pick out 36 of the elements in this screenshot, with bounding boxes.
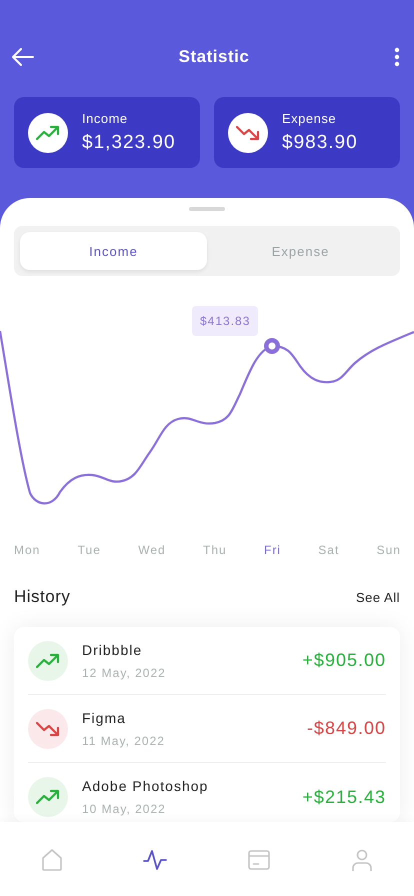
day-label[interactable]: Mon (14, 543, 40, 557)
chart-point-marker[interactable] (264, 338, 280, 354)
screen-title: Statistic (178, 47, 250, 67)
transaction-amount: +$905.00 (302, 650, 386, 671)
section-title: History (14, 587, 70, 607)
back-icon[interactable] (12, 48, 34, 66)
trend-icon (28, 777, 68, 817)
day-label[interactable]: Sat (318, 543, 340, 557)
activity-icon[interactable] (143, 848, 168, 872)
transaction-name: Figma (82, 710, 127, 726)
drag-handle[interactable] (189, 207, 225, 211)
transaction-amount: -$849.00 (306, 718, 386, 739)
tab[interactable]: Income (20, 232, 207, 270)
more-icon[interactable] (394, 47, 400, 67)
day-label[interactable]: Sun (376, 543, 401, 557)
tab[interactable]: Expense (207, 232, 394, 270)
day-label[interactable]: Tue (78, 543, 101, 557)
see-all-link[interactable]: See All (356, 590, 400, 604)
transaction-amount: +$215.43 (302, 786, 386, 808)
transaction-date: 11 May, 2022 (82, 734, 166, 748)
transaction-name: Dribbble (82, 642, 144, 658)
day-label[interactable]: Wed (138, 543, 166, 557)
transaction-date: 12 May, 2022 (82, 666, 167, 680)
trend-icon (228, 112, 268, 152)
summary-label: Expense (282, 111, 338, 126)
day-label[interactable]: Thu (202, 543, 227, 557)
summary-amount: $983.90 (282, 132, 358, 154)
value-tooltip: $413.83 (192, 306, 258, 336)
transaction-name: Adobe Photoshop (82, 778, 210, 794)
day-label[interactable]: Fri (264, 543, 281, 557)
transaction-date: 10 May, 2022 (82, 802, 167, 816)
trend-icon (28, 708, 68, 748)
trend-icon (28, 640, 68, 680)
trend-icon (28, 112, 68, 152)
summary-label: Income (82, 111, 129, 126)
summary-amount: $1,323.90 (82, 132, 176, 154)
